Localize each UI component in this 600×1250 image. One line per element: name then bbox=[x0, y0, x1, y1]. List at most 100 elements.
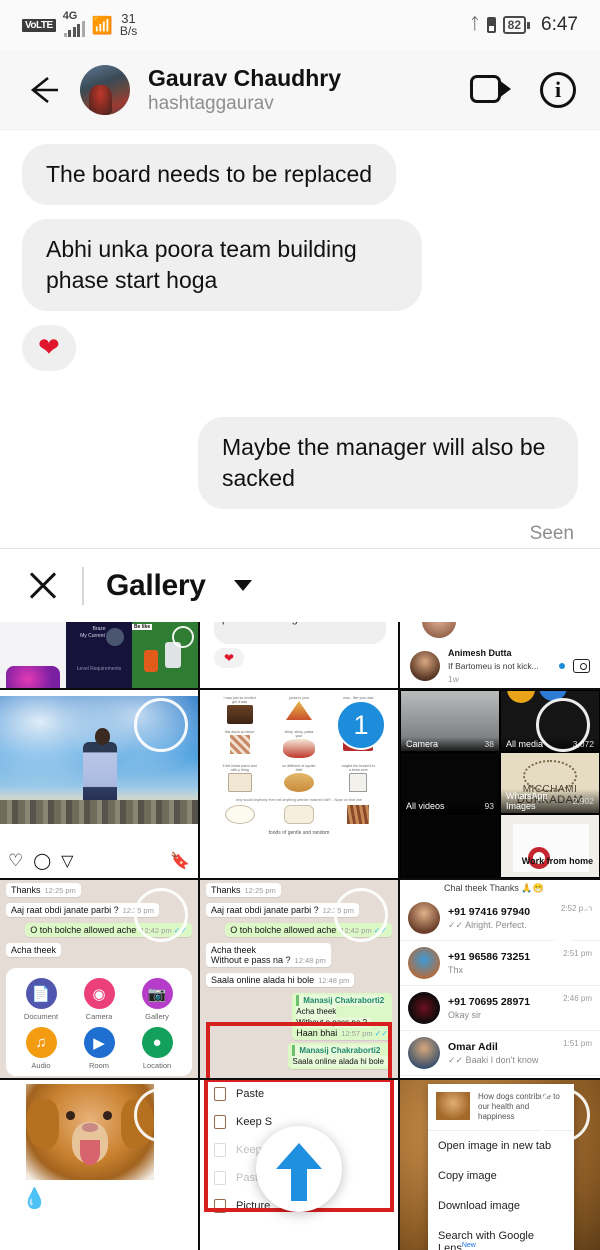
attach-audio[interactable]: ♫Audio bbox=[12, 1027, 70, 1070]
gallery-thumbnail[interactable]: Camera 38 All media 3,072 All videos 93 … bbox=[400, 690, 600, 880]
video-camera-icon[interactable] bbox=[470, 75, 512, 105]
gallery-grid: Braze My Current Rank Level Requirements… bbox=[0, 622, 600, 1250]
attach-document[interactable]: 📄Document bbox=[12, 978, 70, 1021]
doodle-caption: i was just so excited girl it was bbox=[223, 696, 257, 704]
selection-circle[interactable] bbox=[536, 1088, 590, 1142]
seen-status: Seen bbox=[22, 523, 578, 545]
clock: 6:47 bbox=[541, 14, 578, 36]
poster-line-3: Work from home bbox=[522, 856, 593, 866]
signal-strength-bars bbox=[64, 22, 85, 37]
message-row: ❤ bbox=[22, 325, 578, 371]
wa-bubble-time: 12:48 pm bbox=[295, 956, 326, 965]
selection-circle[interactable] bbox=[536, 888, 590, 942]
attach-label: Location bbox=[143, 1061, 171, 1070]
gallery-thumbnail[interactable]: Paste Keep S Keep Text Paste Format Pict… bbox=[200, 1080, 400, 1250]
wa-bubble-text: O toh bolche allowed ache bbox=[230, 925, 336, 935]
signal-bars-icon: 4G bbox=[63, 14, 85, 37]
dm-sender: Animesh Dutta bbox=[448, 648, 512, 658]
wa-bubble-text: Acha theek bbox=[211, 945, 256, 955]
doodle-caption: it felt kinda warm and milk-y thing bbox=[223, 764, 257, 772]
message-bubble[interactable]: Maybe the manager will also be sacked bbox=[198, 417, 578, 509]
new-badge: New bbox=[462, 1242, 476, 1249]
gallery-thumbnail[interactable]: Animesh Dutta If Bartomeu is not kick...… bbox=[400, 622, 600, 690]
chat-name: +91 96586 73251 bbox=[448, 951, 530, 963]
attach-label: Camera bbox=[86, 1012, 113, 1021]
selection-circle[interactable] bbox=[536, 698, 590, 752]
network-type-label: 4G bbox=[63, 12, 78, 21]
gallery-thumbnail[interactable]: Thanks12:25 pm Aaj raat obdi janate parb… bbox=[0, 880, 200, 1080]
avatar[interactable] bbox=[80, 65, 130, 115]
menu-item[interactable]: Copy image bbox=[428, 1161, 574, 1191]
gallery-thumbnail[interactable]: Thanks12:25 pm Aaj raat obdi janate parb… bbox=[200, 880, 400, 1080]
wa-bubble-text: Aaj raat obdi janate parbi ? bbox=[211, 905, 319, 915]
menu-item[interactable]: Search with Google LensNew bbox=[428, 1221, 574, 1250]
avatar bbox=[408, 902, 440, 934]
thumb-app-c: Be like bbox=[132, 622, 198, 688]
headphones-icon: ♫ bbox=[26, 1027, 57, 1058]
app-screenshots-strip: Braze My Current Rank Level Requirements… bbox=[0, 622, 198, 688]
instagram-dm-screenshot: Animesh Dutta If Bartomeu is not kick...… bbox=[400, 622, 600, 688]
highlight-box bbox=[206, 1022, 392, 1080]
gallery-thumbnail[interactable]: ♡ ◯ ▽ 🔖 bbox=[0, 690, 200, 880]
album-count: 2,902 bbox=[573, 796, 594, 806]
chat-time: 2:51 pm bbox=[563, 947, 592, 958]
menu-label: Search with Google Lens bbox=[438, 1230, 534, 1250]
menu-item[interactable]: Download image bbox=[428, 1191, 574, 1221]
message-bubble[interactable]: The board needs to be replaced bbox=[22, 144, 396, 205]
gallery-thumbnail[interactable]: Braze My Current Rank Level Requirements… bbox=[0, 622, 200, 690]
status-bar: VoLTE 4G 📶 31 B/s ᛏ 82 6:47 bbox=[0, 0, 600, 50]
document-icon: 📄 bbox=[26, 978, 57, 1009]
album-count: 38 bbox=[485, 739, 494, 749]
selection-circle[interactable] bbox=[134, 1088, 188, 1142]
contact-info[interactable]: Gaurav Chaudhry hashtaggaurav bbox=[148, 64, 452, 116]
data-speed-unit: B/s bbox=[120, 25, 137, 37]
location-pin-icon: ● bbox=[142, 1027, 173, 1058]
album-name: All media bbox=[506, 739, 543, 749]
gallery-thumbnail[interactable]: phase start hoga ❤ bbox=[200, 622, 400, 690]
attach-room[interactable]: ▶Room bbox=[70, 1027, 128, 1070]
battery-icon: 82 bbox=[503, 16, 530, 34]
avatar bbox=[408, 947, 440, 979]
gallery-thumbnail[interactable]: 💧 bbox=[0, 1080, 200, 1250]
vibrate-icon bbox=[487, 17, 496, 33]
attach-location[interactable]: ● Location bbox=[128, 1027, 186, 1070]
album-name: Camera bbox=[406, 739, 438, 749]
chat-time: 2:46 pm bbox=[563, 992, 592, 1003]
battery-cap bbox=[527, 22, 530, 29]
selection-circle[interactable] bbox=[134, 888, 188, 942]
video-room-icon: ▶ bbox=[84, 1027, 115, 1058]
chat-fragment-text: phase start hoga bbox=[214, 622, 386, 644]
attach-camera[interactable]: ◉Camera bbox=[70, 978, 128, 1021]
divider bbox=[82, 567, 84, 605]
message-bubble[interactable]: Abhi unka poora team building phase star… bbox=[22, 219, 422, 311]
gallery-title[interactable]: Gallery bbox=[106, 569, 206, 603]
list-item[interactable]: +91 96586 73251 Thx 2:51 pm bbox=[400, 941, 600, 986]
wa-bubble-time: 12:25 pm bbox=[45, 886, 76, 895]
selection-badge[interactable]: 1 bbox=[336, 700, 386, 750]
gallery-thumbnail[interactable]: Chal theek Thanks 🙏😁 +91 97416 97940 ✓✓ … bbox=[400, 880, 600, 1080]
gallery-thumbnail[interactable]: i was just so excited girl it was pizza … bbox=[200, 690, 400, 880]
attach-gallery[interactable]: 📷Gallery bbox=[128, 978, 186, 1021]
selection-circle[interactable] bbox=[334, 888, 388, 942]
list-item[interactable]: Omar Adil ✓✓ Baaki I don't know 1:51 pm bbox=[400, 1031, 600, 1076]
selection-circle[interactable] bbox=[134, 698, 188, 752]
close-x-icon[interactable] bbox=[26, 569, 60, 603]
battery-percent: 82 bbox=[503, 16, 526, 34]
chat-name: +91 70695 28971 bbox=[448, 996, 530, 1008]
upload-arrow-icon[interactable] bbox=[256, 1126, 342, 1212]
back-arrow-icon[interactable] bbox=[24, 71, 62, 109]
list-item[interactable]: +91 70695 28971 Okay sir 2:46 pm bbox=[400, 986, 600, 1031]
chat-preview: Baaki I don't know bbox=[466, 1055, 539, 1065]
doodle-caption: this stuck so deep! bbox=[223, 730, 257, 734]
avatar bbox=[408, 992, 440, 1024]
wifi-icon: 📶 bbox=[92, 17, 113, 34]
share-icon: ▽ bbox=[61, 851, 73, 871]
reaction-bubble[interactable]: ❤ bbox=[22, 325, 76, 371]
album-name: WhatsApp Images bbox=[506, 791, 569, 811]
chevron-down-icon[interactable] bbox=[234, 580, 252, 591]
album-name: All videos bbox=[406, 801, 445, 811]
gallery-thumbnail[interactable]: How dogs contribute to our health and ha… bbox=[400, 1080, 600, 1250]
info-circle-icon[interactable]: i bbox=[540, 72, 576, 108]
dm-time: 1w bbox=[448, 674, 459, 684]
doodle-caption: so different of squish thief bbox=[282, 764, 316, 772]
